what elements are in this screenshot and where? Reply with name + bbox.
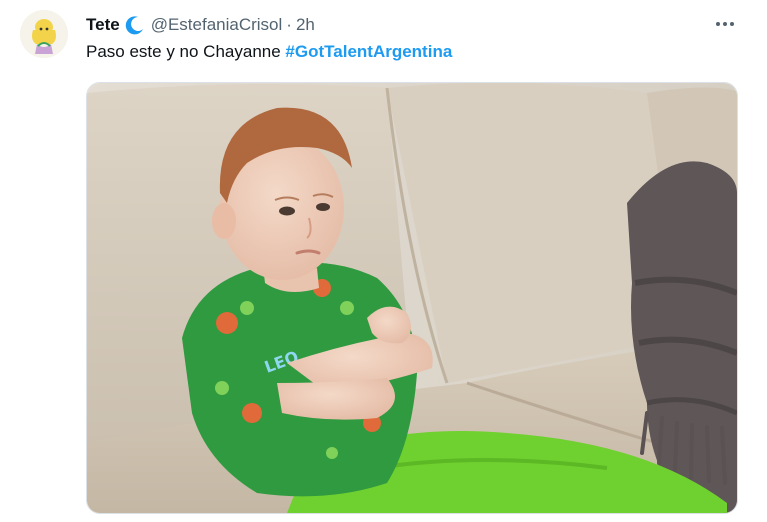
photo-boy-on-couch: LEO (87, 83, 737, 513)
hashtag-link[interactable]: #GotTalentArgentina (285, 42, 452, 61)
tweet-text: Paso este y no Chayanne #GotTalentArgent… (86, 42, 452, 62)
timestamp[interactable]: 2h (296, 15, 315, 35)
user-handle[interactable]: @EstefaniaCrisol (151, 15, 283, 35)
separator-dot: · (286, 15, 292, 34)
tweet: Tete @EstefaniaCrisol · 2h Paso este y n… (0, 0, 767, 522)
tweet-text-body: Paso este y no Chayanne (86, 42, 286, 61)
moon-badge-icon (124, 14, 146, 36)
more-horizontal-icon[interactable] (711, 12, 739, 36)
avatar[interactable] (20, 10, 68, 58)
tweet-media-image[interactable]: LEO (86, 82, 738, 514)
display-name[interactable]: Tete (86, 15, 120, 35)
tweet-header: Tete @EstefaniaCrisol · 2h (86, 12, 315, 38)
avatar-illustration (20, 10, 68, 58)
